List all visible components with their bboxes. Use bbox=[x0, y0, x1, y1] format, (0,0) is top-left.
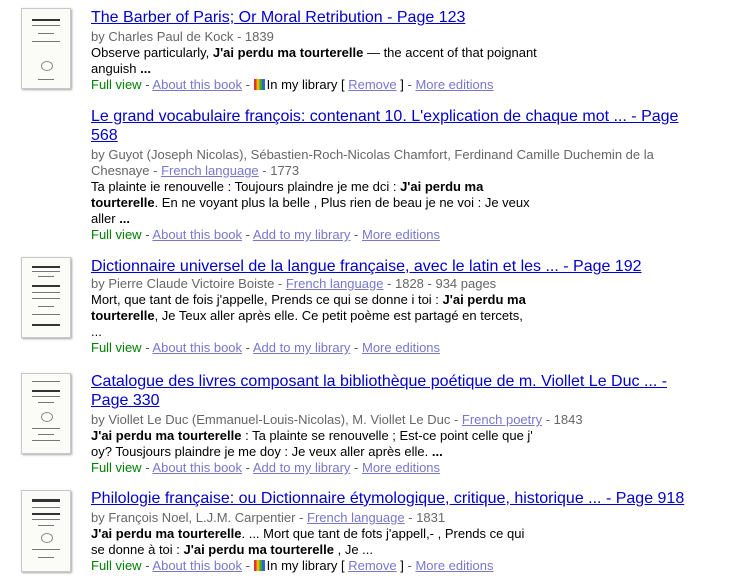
my-library-icon bbox=[253, 79, 265, 90]
book-cover-thumbnail[interactable] bbox=[21, 8, 71, 89]
full-view-label: Full view bbox=[91, 460, 142, 475]
remove-link[interactable]: Remove bbox=[348, 77, 396, 92]
book-cover-thumbnail[interactable] bbox=[21, 257, 71, 338]
add-to-library-link[interactable]: Add to my library bbox=[253, 460, 351, 475]
about-this-book-link[interactable]: About this book bbox=[152, 558, 242, 573]
result-actions: Full view - About this book - Add to my … bbox=[91, 227, 441, 242]
result-actions: Full view - About this book - Add to my … bbox=[91, 460, 441, 475]
book-cover-thumbnail[interactable] bbox=[21, 373, 71, 454]
result-actions: Full view - About this book - In my libr… bbox=[91, 77, 494, 92]
book-title-link[interactable]: Dictionnaire universel de la langue fran… bbox=[91, 257, 709, 276]
more-editions-link[interactable]: More editions bbox=[362, 340, 440, 355]
add-to-library-link[interactable]: Add to my library bbox=[253, 340, 351, 355]
my-library-icon bbox=[253, 560, 265, 571]
full-view-label: Full view bbox=[91, 340, 142, 355]
remove-link[interactable]: Remove bbox=[348, 558, 396, 573]
more-editions-link[interactable]: More editions bbox=[362, 227, 440, 242]
byline: by François Noel, L.J.M. Carpentier - Fr… bbox=[91, 510, 446, 525]
subject-link[interactable]: French language bbox=[307, 510, 405, 525]
more-editions-link[interactable]: More editions bbox=[415, 77, 493, 92]
snippet: Observe particularly, J'ai perdu ma tour… bbox=[91, 45, 537, 76]
byline: by Charles Paul de Kock - 1839 bbox=[91, 29, 274, 44]
full-view-label: Full view bbox=[91, 77, 142, 92]
full-view-label: Full view bbox=[91, 558, 142, 573]
snippet: Mort, que tant de fois j'appelle, Prends… bbox=[91, 292, 526, 339]
snippet: Ta plainte ie renouvelle : Toujours plai… bbox=[91, 179, 530, 226]
byline: by Guyot (Joseph Nicolas), Sébastien-Roc… bbox=[91, 147, 654, 178]
book-title-link[interactable]: Le grand vocabulaire françois: contenant… bbox=[91, 107, 709, 145]
about-this-book-link[interactable]: About this book bbox=[152, 460, 242, 475]
about-this-book-link[interactable]: About this book bbox=[152, 77, 242, 92]
book-cover-thumbnail[interactable] bbox=[21, 490, 71, 572]
subject-link[interactable]: French poetry bbox=[462, 412, 542, 427]
book-title-link[interactable]: Catalogue des livres composant la biblio… bbox=[91, 372, 709, 410]
subject-link[interactable]: French language bbox=[161, 163, 259, 178]
result-actions: Full view - About this book - Add to my … bbox=[91, 340, 441, 355]
about-this-book-link[interactable]: About this book bbox=[152, 340, 242, 355]
subject-link[interactable]: French language bbox=[286, 276, 384, 291]
in-my-library-label: In my library [ bbox=[266, 558, 349, 573]
book-title-link[interactable]: The Barber of Paris; Or Moral Retributio… bbox=[91, 8, 709, 27]
book-title-link[interactable]: Philologie française: ou Dictionnaire ét… bbox=[91, 489, 709, 508]
in-my-library-label: In my library [ bbox=[266, 77, 349, 92]
full-view-label: Full view bbox=[91, 227, 142, 242]
byline: by Pierre Claude Victoire Boiste - Frenc… bbox=[91, 276, 497, 291]
snippet: J'ai perdu ma tourterelle. ... Mort que … bbox=[91, 526, 525, 557]
about-this-book-link[interactable]: About this book bbox=[152, 227, 242, 242]
more-editions-link[interactable]: More editions bbox=[362, 460, 440, 475]
more-editions-link[interactable]: More editions bbox=[415, 558, 493, 573]
byline: by Viollet Le Duc (Emmanuel-Louis-Nicola… bbox=[91, 412, 583, 427]
snippet: J'ai perdu ma tourterelle : Ta plainte s… bbox=[91, 428, 533, 459]
result-actions: Full view - About this book - In my libr… bbox=[91, 558, 494, 573]
add-to-library-link[interactable]: Add to my library bbox=[253, 227, 351, 242]
